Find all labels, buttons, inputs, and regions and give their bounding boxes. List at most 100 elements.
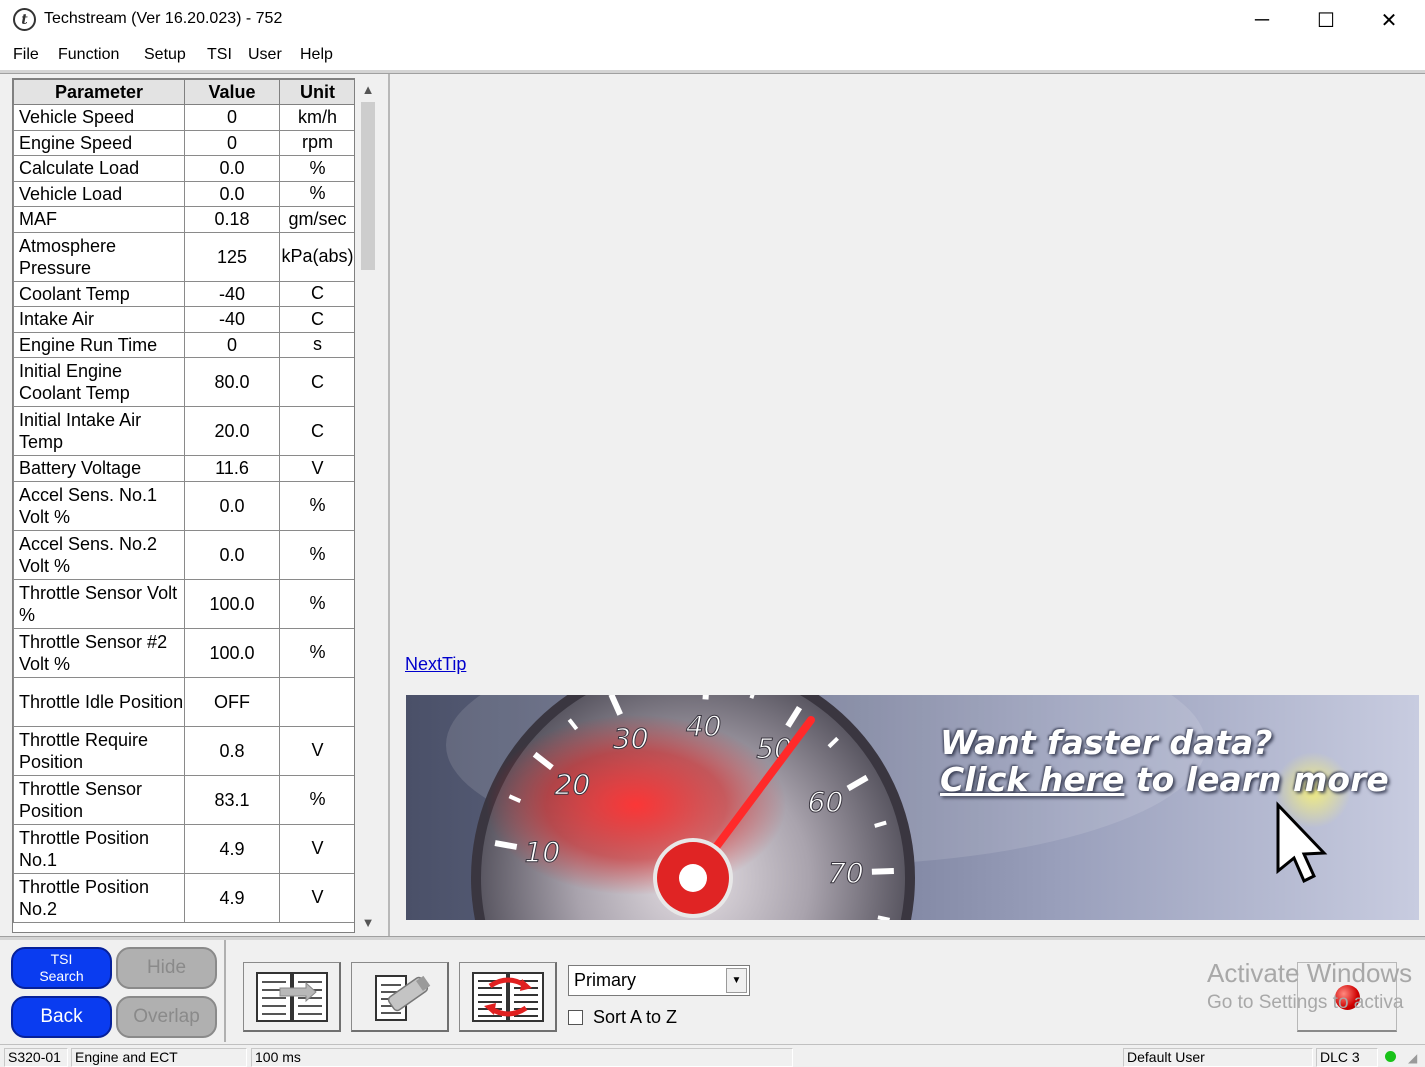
navigation-button-group: TSI Search Hide Back Overlap <box>4 940 226 1042</box>
value-cell: -40 <box>184 306 280 333</box>
next-tip-link[interactable]: NextTip <box>405 654 466 675</box>
overlap-button[interactable]: Overlap <box>116 996 217 1038</box>
unit-cell: % <box>279 529 354 580</box>
column-header-value[interactable]: Value <box>184 79 280 105</box>
table-row[interactable]: Accel Sens. No.1 Volt % 0.0% <box>13 480 354 531</box>
primary-select[interactable]: Primary ▼ <box>568 965 750 996</box>
snapshot-button[interactable] <box>351 962 449 1032</box>
hide-button[interactable]: Hide <box>116 947 217 989</box>
parameter-cell: Initial Engine Coolant Temp <box>13 357 185 407</box>
unit-cell: % <box>279 578 354 629</box>
parameter-cell: Calculate Load <box>13 155 185 182</box>
primary-select-value: Primary <box>574 970 636 990</box>
table-row[interactable]: Throttle Position No.2 4.9 V <box>13 872 354 923</box>
value-cell: 125 <box>184 231 280 282</box>
data-list-table: Parameter Value Unit Vehicle Speed 0 km/h … <box>13 79 354 923</box>
parameter-cell: Initial Intake Air Temp <box>13 406 185 456</box>
value-cell: 4.9 <box>184 823 280 874</box>
tip-banner[interactable]: 102030405060708090100110 Want faster dat… <box>406 695 1419 920</box>
parameter-cell: Accel Sens. No.2 Volt % <box>13 529 185 580</box>
banner-click-link[interactable]: Click here <box>940 760 1124 799</box>
table-row[interactable]: Throttle Sensor Position 83.1% <box>13 774 354 825</box>
data-list-transfer-button[interactable] <box>243 962 341 1032</box>
parameter-cell: Engine Run Time <box>13 331 185 358</box>
table-row[interactable]: Throttle Require Position 0.8 V <box>13 725 354 776</box>
scroll-down-arrow-icon[interactable]: ▼ <box>357 911 379 933</box>
parameter-cell: Throttle Position No.2 <box>13 872 185 923</box>
gauge-label: 10 <box>525 835 561 868</box>
minimize-button[interactable]: ─ <box>1231 0 1293 40</box>
value-cell: 0.18 <box>184 206 280 233</box>
overlap-button-label: Overlap <box>133 1006 200 1027</box>
activate-windows-hint: Go to Settings to activa <box>1207 992 1404 1013</box>
status-connection: DLC 3 <box>1316 1048 1378 1067</box>
table-row[interactable]: Initial Intake Air Temp 20.0 C <box>13 406 354 456</box>
menu-function[interactable]: Function <box>58 46 119 64</box>
value-cell: 83.1 <box>184 774 280 825</box>
table-row[interactable]: Calculate Load 0.0% <box>13 155 354 182</box>
tsi-search-button[interactable]: TSI Search <box>11 947 112 989</box>
parameter-cell: Coolant Temp <box>13 280 185 307</box>
close-button[interactable]: ✕ <box>1358 0 1420 40</box>
maximize-button[interactable]: ☐ <box>1295 0 1357 40</box>
table-row[interactable]: Initial Engine Coolant Temp 80.0 C <box>13 357 354 407</box>
table-row[interactable]: Throttle Position No.1 4.9 V <box>13 823 354 874</box>
table-row[interactable]: Accel Sens. No.2 Volt % 0.0% <box>13 529 354 580</box>
unit-cell: kPa(abs) <box>279 231 354 282</box>
unit-cell: % <box>279 155 354 182</box>
sort-a-to-z-label[interactable]: Sort A to Z <box>593 1007 677 1028</box>
column-header-unit[interactable]: Unit <box>279 79 354 105</box>
techstream-window: t Techstream (Ver 16.20.023) - 752 ─ ☐ ✕… <box>0 0 1425 1067</box>
table-row[interactable]: Intake Air -40 C <box>13 306 354 333</box>
unit-cell: rpm <box>279 129 354 156</box>
table-row[interactable]: Engine Speed 0 rpm <box>13 129 354 156</box>
value-cell: 100.0 <box>184 627 280 678</box>
status-interval: 100 ms <box>251 1048 793 1067</box>
dropdown-arrow-icon[interactable]: ▼ <box>726 968 747 993</box>
table-row[interactable]: MAF 0.18 gm/sec <box>13 206 354 233</box>
table-row[interactable]: Engine Run Time 0 s <box>13 331 354 358</box>
menu-file[interactable]: File <box>13 46 39 64</box>
sort-a-to-z-checkbox[interactable] <box>568 1010 583 1025</box>
table-row[interactable]: Atmosphere Pressure 125 kPa(abs) <box>13 231 354 282</box>
gauge-tick <box>871 867 894 875</box>
unit-cell: % <box>279 774 354 825</box>
table-row[interactable]: Throttle Idle Position OFF <box>13 676 354 727</box>
status-system: Engine and ECT <box>71 1048 247 1067</box>
title-bar: t Techstream (Ver 16.20.023) - 752 ─ ☐ ✕ <box>0 0 1425 40</box>
back-button-label: Back <box>40 1006 83 1027</box>
scroll-up-arrow-icon[interactable]: ▲ <box>357 78 379 100</box>
menu-setup[interactable]: Setup <box>144 46 186 64</box>
techstream-logo-icon: t <box>13 8 36 31</box>
table-row[interactable]: Throttle Sensor #2 Volt % 100.0% <box>13 627 354 678</box>
back-button[interactable]: Back <box>11 996 112 1038</box>
table-row[interactable]: Battery Voltage 11.6 V <box>13 455 354 482</box>
table-row[interactable]: Coolant Temp -40 C <box>13 280 354 307</box>
unit-cell: V <box>279 725 354 776</box>
unit-cell: s <box>279 331 354 358</box>
banner-subline-rest: to learn more <box>1124 760 1389 799</box>
table-row[interactable]: Vehicle Speed 0 km/h <box>13 104 354 131</box>
table-row[interactable]: Vehicle Load 0.0% <box>13 180 354 207</box>
refresh-list-button[interactable] <box>459 962 557 1032</box>
hide-button-label: Hide <box>146 957 187 978</box>
tsi-search-label-line2: Search <box>39 968 84 984</box>
parameter-cell: Engine Speed <box>13 129 185 156</box>
table-row[interactable]: Throttle Sensor Volt % 100.0% <box>13 578 354 629</box>
status-bar: S320-01 Engine and ECT 100 ms Default Us… <box>0 1044 1425 1067</box>
menu-bar: File Function Setup TSI User Help <box>0 40 1425 70</box>
data-list-grid[interactable]: Parameter Value Unit Vehicle Speed 0 km/h … <box>12 78 355 933</box>
menu-tsi[interactable]: TSI <box>207 46 232 64</box>
menu-help[interactable]: Help <box>300 46 333 64</box>
parameter-cell: MAF <box>13 206 185 233</box>
unit-cell <box>279 676 354 727</box>
resize-grip-icon[interactable]: ◢ <box>1408 1051 1417 1065</box>
gauge-tick <box>877 915 891 920</box>
parameter-cell: Throttle Sensor Position <box>13 774 185 825</box>
scroll-thumb[interactable] <box>361 102 375 270</box>
vertical-scrollbar[interactable]: ▲ ▼ <box>357 78 379 933</box>
menu-user[interactable]: User <box>248 46 282 64</box>
parameter-cell: Throttle Sensor Volt % <box>13 578 185 629</box>
gauge-tick <box>494 840 518 850</box>
column-header-parameter[interactable]: Parameter <box>13 79 185 105</box>
